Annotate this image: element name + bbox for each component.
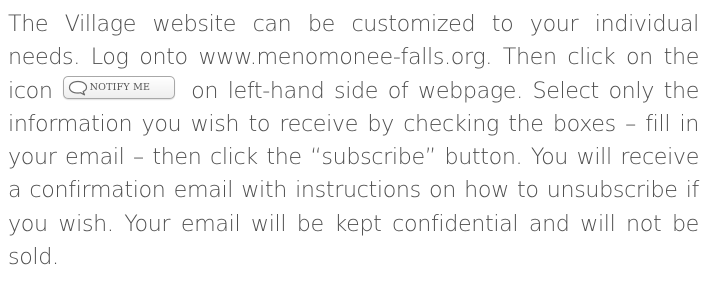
paragraph-text-after-button: on left-hand side of webpage. Select onl… xyxy=(8,77,699,271)
speech-bubble-icon xyxy=(68,80,87,95)
instructions-paragraph: The Village website can be customized to… xyxy=(8,8,699,274)
notify-me-button: NOTIFY ME xyxy=(62,76,176,100)
notify-me-label: NOTIFY ME xyxy=(89,81,151,93)
document-page: The Village website can be customized to… xyxy=(0,0,706,282)
